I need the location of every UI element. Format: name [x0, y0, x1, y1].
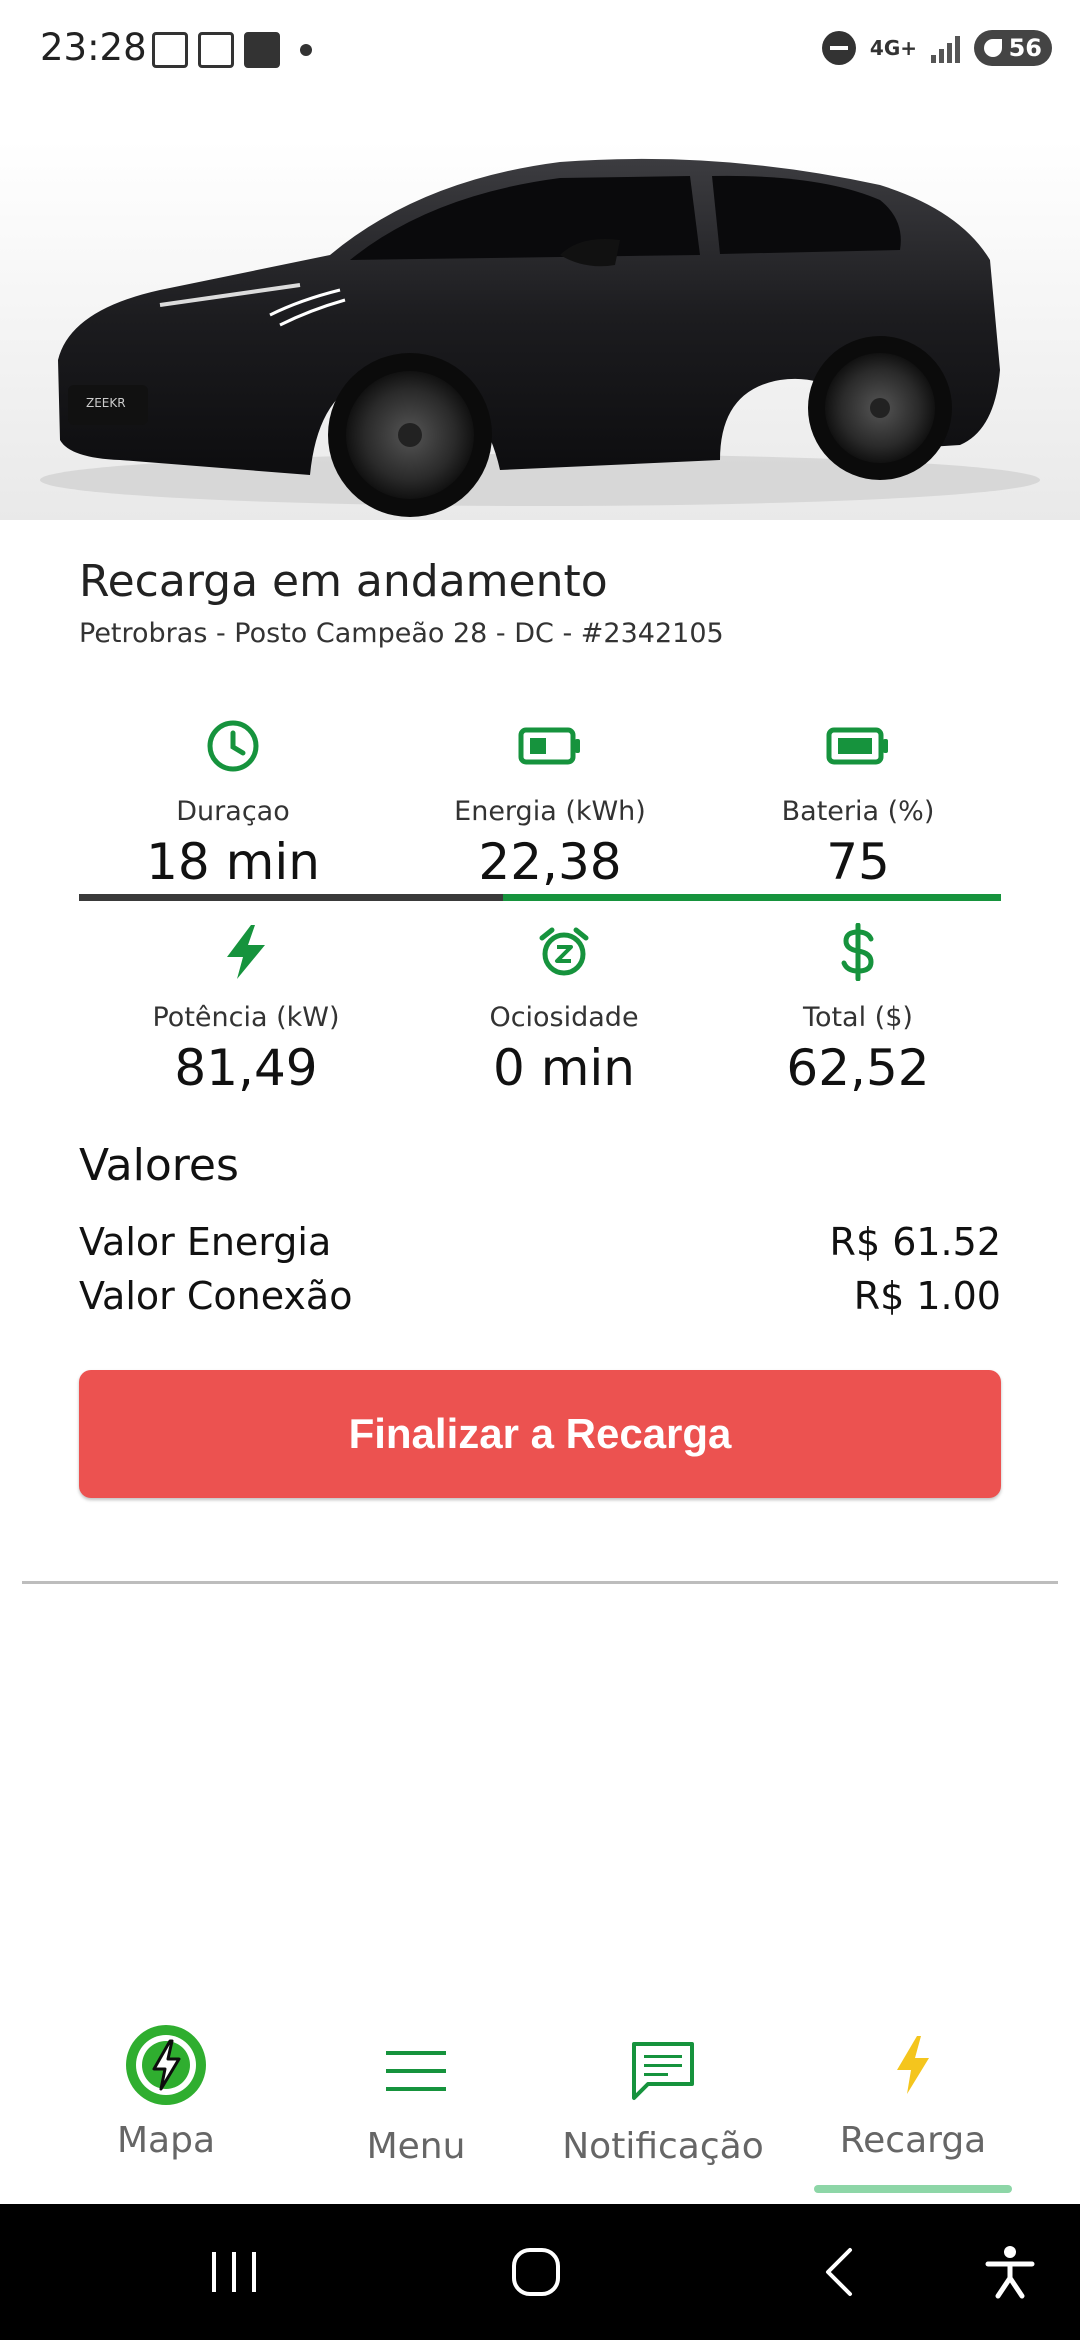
calendar-icon: [152, 32, 188, 68]
stat-label: Ociosidade: [489, 1002, 639, 1033]
charging-bolt-logo-icon: [126, 2025, 206, 2105]
message-icon: [632, 2042, 694, 2100]
stat-idle: Ociosidade 0 min: [414, 922, 714, 1097]
signal-icon: [931, 33, 960, 63]
status-time: 23:28: [40, 26, 147, 69]
active-tab-indicator: [814, 2185, 1012, 2193]
notification-icons: [152, 32, 312, 68]
nav-label: Mapa: [116, 2120, 216, 2161]
stat-value: 22,38: [478, 833, 622, 891]
status-bar: 23:28 4G+ 56: [0, 0, 1080, 100]
stat-label: Energia (kWh): [454, 796, 646, 827]
battery-status: 56: [974, 30, 1052, 66]
valor-label: Valor Energia: [79, 1220, 332, 1264]
valor-label: Valor Conexão: [79, 1274, 353, 1318]
stat-value: 18 min: [146, 833, 320, 891]
stat-value: 81,49: [174, 1039, 318, 1097]
valor-row: Valor Energia R$ 61.52: [79, 1220, 1001, 1264]
battery-full-icon: [826, 727, 888, 765]
stat-value: 62,52: [786, 1039, 930, 1097]
system-navigation-bar: [0, 2204, 1080, 2340]
vehicle-image: ZEEKR: [0, 140, 1080, 520]
do-not-disturb-icon: [821, 31, 856, 65]
recent-apps-icon[interactable]: [208, 2244, 260, 2300]
charge-progress-fill: [79, 894, 504, 901]
bolt-icon: [227, 925, 265, 979]
alarm-snooze-icon: [539, 927, 589, 976]
accessibility-icon[interactable]: [984, 2244, 1036, 2300]
nav-item-notificacao[interactable]: Notificação: [543, 2000, 783, 2200]
nav-label: Recarga: [839, 2120, 987, 2161]
nav-item-mapa[interactable]: Mapa: [46, 2000, 286, 2200]
stat-label: Total ($): [803, 1002, 913, 1033]
finish-charging-button[interactable]: Finalizar a Recarga: [79, 1370, 1001, 1498]
valor-amount: R$ 61.52: [829, 1220, 1001, 1264]
valor-row: Valor Conexão R$ 1.00: [79, 1274, 1001, 1318]
app-notification-icon: [198, 32, 234, 68]
svg-text:ZEEKR: ZEEKR: [86, 396, 126, 410]
stat-value: 75: [826, 833, 890, 891]
nav-item-menu[interactable]: Menu: [296, 2000, 536, 2200]
nav-item-recarga[interactable]: Recarga: [793, 2000, 1033, 2200]
app-notification-icon: [244, 32, 280, 68]
valor-amount: R$ 1.00: [853, 1274, 1001, 1318]
stat-energy: Energia (kWh) 22,38: [400, 716, 700, 891]
dollar-icon: [841, 923, 874, 981]
bottom-navigation: Mapa Menu Notificação Recarga: [0, 2000, 1080, 2200]
more-notifications-dot: [300, 44, 312, 56]
bolt-icon: [897, 2036, 929, 2094]
network-type: 4G+: [869, 36, 917, 60]
status-right: 4G+ 56: [821, 30, 1052, 66]
stat-power: Potência (kW) 81,49: [96, 922, 396, 1097]
divider: [22, 1581, 1058, 1584]
stat-value: 0 min: [493, 1039, 635, 1097]
battery-level: 56: [1008, 34, 1042, 62]
valores-heading: Valores: [79, 1140, 239, 1191]
clock-icon: [207, 720, 259, 772]
stat-label: Potência (kW): [152, 1002, 340, 1033]
station-subtitle: Petrobras - Posto Campeão 28 - DC - #234…: [79, 618, 724, 649]
menu-icon: [386, 2051, 446, 2091]
nav-label: Menu: [366, 2126, 466, 2167]
nav-label: Notificação: [562, 2126, 764, 2167]
stat-duration: Duraçao 18 min: [83, 716, 383, 891]
stat-battery: Bateria (%) 75: [708, 716, 1008, 891]
stat-label: Duraçao: [176, 796, 290, 827]
home-icon[interactable]: [508, 2244, 564, 2300]
stat-label: Bateria (%): [781, 796, 935, 827]
charge-progress-bar: [79, 894, 1001, 901]
back-icon[interactable]: [820, 2244, 860, 2300]
stat-total: Total ($) 62,52: [708, 922, 1008, 1097]
battery-low-icon: [518, 727, 580, 765]
page-title: Recarga em andamento: [79, 556, 608, 607]
